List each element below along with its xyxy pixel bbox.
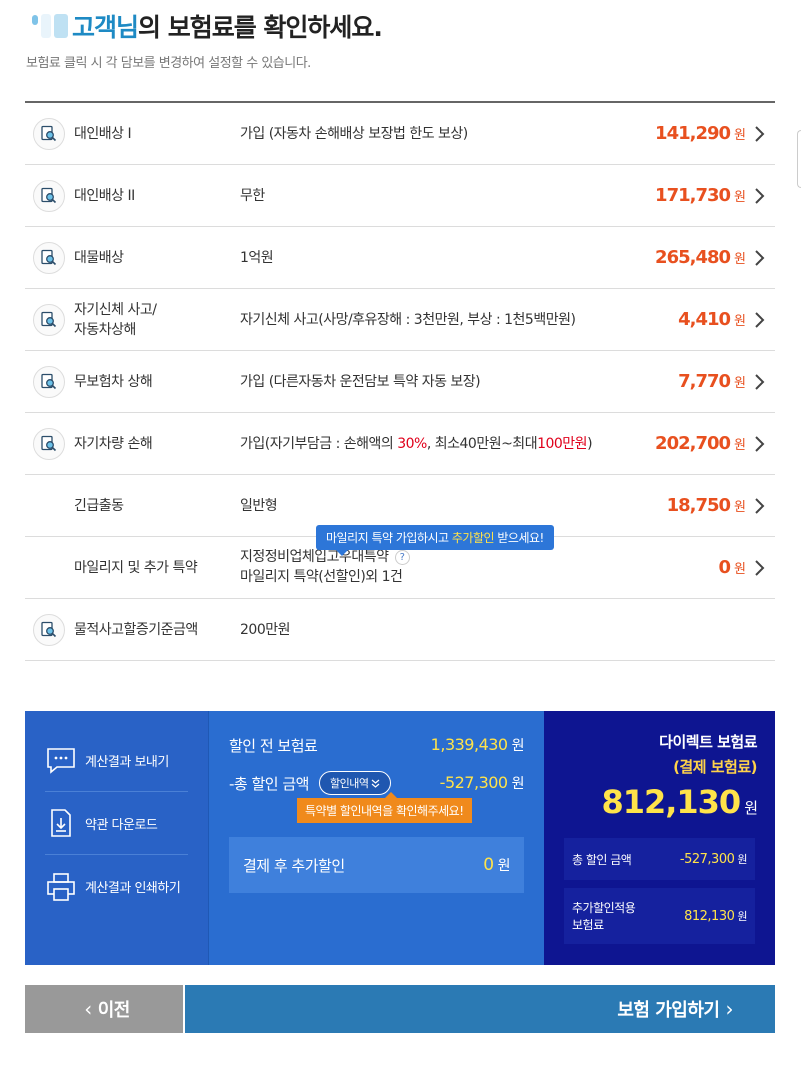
coverage-desc: 200만원 bbox=[240, 621, 290, 638]
help-icon[interactable]: ? bbox=[394, 549, 410, 565]
coverage-label: 무보험차 상해 bbox=[74, 373, 153, 390]
action-menu: 계산결과 보내기 약관 다운로드 계산결과 인쇄하기 bbox=[25, 711, 208, 965]
coverage-label: 대인배상 II bbox=[74, 187, 135, 204]
magnifier-doc-icon[interactable] bbox=[33, 242, 65, 274]
total-discount-row: -총 할인 금액 할인내역 -527,300 원 bbox=[229, 771, 525, 795]
print-result-button[interactable]: 계산결과 인쇄하기 bbox=[45, 855, 188, 918]
magnifier-doc-icon[interactable] bbox=[33, 180, 65, 212]
after-payment-discount: 결제 후 추가할인 0원 bbox=[229, 837, 524, 893]
before-discount-row: 할인 전 보험료 1,339,430 원 bbox=[229, 735, 525, 755]
extra-discount-premium-box: 추가할인적용 보험료 812,130 원 bbox=[564, 888, 755, 944]
premium-summary: 계산결과 보내기 약관 다운로드 계산결과 인쇄하기 할인 전 보험료 1,33… bbox=[25, 711, 775, 965]
chevron-right-icon[interactable] bbox=[751, 249, 767, 267]
coverage-desc: 무한 bbox=[240, 187, 265, 204]
coverage-price[interactable]: 141,290 원 bbox=[655, 123, 746, 144]
coverage-label: 자기신체 사고/자동차상해 bbox=[74, 301, 157, 338]
chevron-right-icon: › bbox=[725, 997, 734, 1021]
coverage-label: 대인배상 I bbox=[74, 125, 132, 142]
coverage-label: 대물배상 bbox=[74, 249, 124, 266]
direct-premium-subtitle: (결제 보험료) bbox=[673, 758, 757, 776]
menu-label: 약관 다운로드 bbox=[85, 817, 158, 833]
coverage-label: 긴급출동 bbox=[74, 497, 124, 514]
download-doc-icon bbox=[51, 809, 71, 837]
mileage-tooltip: 마일리지 특약 가입하시고 추가할인 받으세요! bbox=[316, 525, 554, 556]
coverage-desc: 1억원 bbox=[240, 249, 274, 266]
before-discount-label: 할인 전 보험료 bbox=[229, 736, 318, 755]
discount-tooltip: 특약별 할인내역을 확인해주세요! bbox=[297, 792, 472, 823]
magnifier-doc-icon[interactable] bbox=[33, 118, 65, 150]
chevron-right-icon[interactable] bbox=[751, 497, 767, 515]
total-discount-box: 총 할인 금액 -527,300 원 bbox=[564, 838, 755, 880]
chevron-double-down-icon bbox=[372, 779, 380, 788]
coverage-price[interactable]: 7,770 원 bbox=[678, 371, 746, 392]
magnifier-doc-icon[interactable] bbox=[33, 366, 65, 398]
after-discount-value: 0 bbox=[483, 855, 494, 875]
coverage-price[interactable]: 0원 bbox=[719, 557, 746, 578]
discount-detail-button[interactable]: 할인내역 bbox=[318, 771, 392, 795]
coverage-row-bodily-injury-1[interactable]: 대인배상 I 가입 (자동차 손해배상 보장법 한도 보상) 141,290 원 bbox=[25, 103, 775, 165]
menu-label: 계산결과 인쇄하기 bbox=[85, 881, 181, 896]
coverage-desc: 가입 (자동차 손해배상 보장법 한도 보상) bbox=[240, 125, 468, 142]
coverage-price[interactable]: 4,410 원 bbox=[678, 309, 746, 330]
terms-download-button[interactable]: 약관 다운로드 bbox=[45, 792, 188, 855]
magnifier-doc-icon[interactable] bbox=[33, 428, 65, 460]
magnifier-doc-icon[interactable] bbox=[33, 614, 65, 646]
coverage-table: 대인배상 I 가입 (자동차 손해배상 보장법 한도 보상) 141,290 원 … bbox=[25, 101, 775, 661]
customer-name-suffix: 고객님 bbox=[72, 13, 139, 42]
coverage-row-uninsured-vehicle[interactable]: 무보험차 상해 가입 (다른자동차 운전담보 특약 자동 보장) 7,770 원 bbox=[25, 351, 775, 413]
join-insurance-button[interactable]: 보험 가입하기 › bbox=[185, 985, 775, 1033]
chevron-right-icon[interactable] bbox=[751, 559, 767, 577]
chevron-left-icon: ‹ bbox=[84, 997, 92, 1021]
menu-label: 계산결과 보내기 bbox=[85, 754, 169, 770]
coverage-label: 자기차량 손해 bbox=[74, 435, 153, 452]
coverage-price[interactable]: 171,730 원 bbox=[655, 185, 746, 206]
coverage-row-own-vehicle[interactable]: 자기차량 손해 가입(자기부담금 : 손해액의 30%, 최소40만원~최대10… bbox=[25, 413, 775, 475]
coverage-price[interactable]: 18,750 원 bbox=[667, 495, 746, 516]
page-subtitle: 보험료 클릭 시 각 담보를 변경하여 설정할 수 있습니다. bbox=[26, 56, 311, 71]
coverage-label: 물적사고할증기준금액 bbox=[74, 621, 198, 638]
coverage-label: 마일리지 및 추가 특약 bbox=[74, 559, 198, 576]
chevron-right-icon[interactable] bbox=[751, 373, 767, 391]
side-scroll-tab[interactable] bbox=[797, 130, 801, 188]
after-discount-label: 결제 후 추가할인 bbox=[243, 856, 345, 875]
coverage-desc: 가입(자기부담금 : 손해액의 30%, 최소40만원~최대100만원) bbox=[240, 435, 593, 452]
magnifier-doc-icon[interactable] bbox=[33, 304, 65, 336]
send-result-button[interactable]: 계산결과 보내기 bbox=[45, 729, 188, 792]
coverage-price[interactable]: 202,700 원 bbox=[655, 433, 746, 454]
coverage-desc: 일반형 bbox=[240, 497, 278, 514]
chevron-right-icon[interactable] bbox=[751, 435, 767, 453]
prev-button[interactable]: ‹ 이전 bbox=[25, 985, 183, 1033]
coverage-price[interactable]: 265,480 원 bbox=[655, 247, 746, 268]
premium-calculation: 할인 전 보험료 1,339,430 원 -총 할인 금액 할인내역 -527,3… bbox=[208, 711, 544, 965]
chevron-right-icon[interactable] bbox=[751, 187, 767, 205]
total-discount-label: -총 할인 금액 bbox=[229, 774, 309, 793]
direct-premium-panel: 다이렉트 보험료 (결제 보험료) 812,130 원 총 할인 금액 -527,… bbox=[544, 711, 775, 965]
coverage-row-bodily-injury-2[interactable]: 대인배상 II 무한 171,730 원 bbox=[25, 165, 775, 227]
coverage-row-self-injury[interactable]: 자기신체 사고/자동차상해 자기신체 사고(사망/후유장해 : 3천만원, 부상… bbox=[25, 289, 775, 351]
printer-icon bbox=[47, 872, 75, 901]
total-discount-value: -527,300 bbox=[439, 773, 508, 792]
coverage-desc: 가입 (다른자동차 운전담보 특약 자동 보장) bbox=[240, 373, 481, 390]
blurred-customer-name bbox=[32, 14, 68, 38]
direct-premium-title: 다이렉트 보험료 bbox=[659, 733, 757, 751]
chevron-right-icon[interactable] bbox=[751, 311, 767, 329]
direct-premium-amount: 812,130 원 bbox=[601, 783, 758, 821]
title-text: 의 보험료를 확인하세요. bbox=[138, 13, 383, 42]
page-title: 고객님 의 보험료를 확인하세요. bbox=[32, 6, 383, 46]
coverage-desc: 지정정비업체입고우대특약? 마일리지 특약(선할인)외 1건 bbox=[240, 547, 410, 587]
chat-icon bbox=[47, 748, 75, 774]
coverage-row-property-surcharge: 물적사고할증기준금액 200만원 bbox=[25, 599, 775, 661]
before-discount-value: 1,339,430 bbox=[430, 735, 508, 754]
chevron-right-icon[interactable] bbox=[751, 125, 767, 143]
coverage-row-property-damage[interactable]: 대물배상 1억원 265,480 원 bbox=[25, 227, 775, 289]
coverage-desc: 자기신체 사고(사망/후유장해 : 3천만원, 부상 : 1천5백만원) bbox=[240, 311, 576, 328]
